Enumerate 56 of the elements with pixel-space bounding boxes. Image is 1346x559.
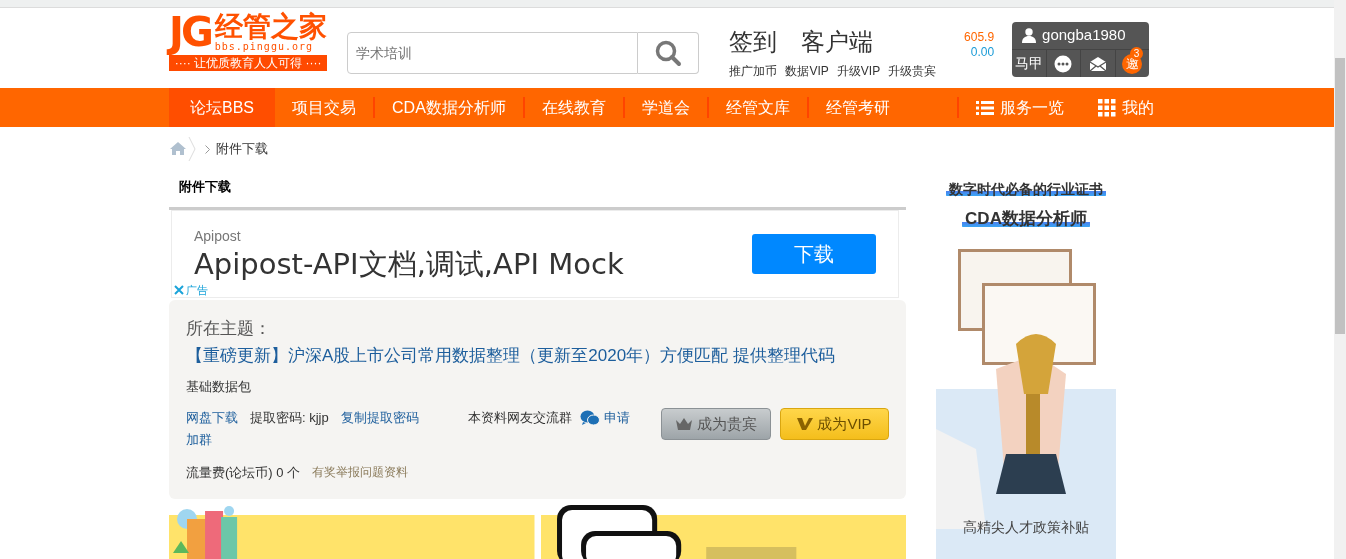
user-tool-link[interactable]: 马甲 [1012,50,1047,77]
search-button[interactable] [638,32,700,74]
nav-tab[interactable]: 学道会 [624,88,707,127]
nav-tab[interactable]: 项目交易 [275,88,373,127]
list-icon [975,99,994,116]
header-sub-link[interactable]: 升级VIP [836,62,881,80]
vip-button[interactable]: 成为VIP [780,408,889,440]
sidebar-caption: 高精尖人才政策补贴 [962,518,1090,537]
nav-tab[interactable]: 经管文库 [708,88,807,127]
group-apply-link[interactable]: 申请 [580,408,630,428]
password-text: 提取密码: kjjp [250,409,329,427]
download-link[interactable]: 加群 [186,429,212,449]
chat-icon [1054,54,1073,73]
scrollbar-thumb[interactable] [1335,58,1345,334]
topic-title-link[interactable]: 【重磅更新】沪深A股上市公司常用数据整理（更新至2020年）方便匹配 提供整理代码 [186,343,889,369]
download-button[interactable]: 下载 [752,233,876,274]
nav-tab[interactable]: CDA数据分析师 [375,88,523,127]
balance-value: 0.00 [969,45,995,60]
header-link[interactable]: 签到 [729,26,778,58]
fee-text: 流量费(论坛币) 0 个 [186,464,301,482]
topic-tag: 基础数据包 [186,376,889,396]
topic-label: 所在主题： [186,317,272,340]
header-link[interactable]: 客户端 [801,26,874,58]
header-sub-link[interactable]: 推广加币 [729,62,778,80]
search-icon [654,39,683,67]
close-icon [174,285,184,296]
balance-value: 605.9 [963,30,995,45]
download-link[interactable]: 复制提取密码 [340,408,419,428]
header-sub-link[interactable]: 数据VIP [785,62,829,80]
nav-tab[interactable]: 经管考研 [808,88,907,127]
chevron-icon [205,144,210,154]
logo-slogan: ···· 让优质教育人人可得 ···· [169,55,328,71]
nav-menu-link[interactable]: 我的 [1080,88,1171,127]
breadcrumb-link[interactable]: 附件下载 [216,139,268,159]
nav-tab[interactable]: 论坛BBS [169,88,275,127]
ad-label[interactable]: 广告 [174,282,208,299]
guest-button[interactable]: 成为贵宾 [661,408,771,440]
v-icon [797,417,814,431]
group-label: 本资料网友交流群 [468,409,572,427]
report-link[interactable]: 有奖举报问题资料 [312,463,409,483]
ad-brand: Apipost [194,227,242,246]
user-icon [1022,28,1037,43]
grid-icon [1097,98,1116,117]
header-sub-link[interactable]: 升级贵宾 [888,62,937,80]
wechat-icon [580,409,600,426]
section-title: 附件下载 [169,171,906,210]
crown-icon [675,417,693,431]
nav-menu-link[interactable]: 服务一览 [958,88,1081,127]
logo-domain: bbs.pinggu.org [214,42,314,52]
ad-headline: Apipost-API文档,调试,API Mock [194,247,624,281]
download-link[interactable]: 网盘下载 [186,408,238,428]
nav-tab[interactable]: 在线教育 [524,88,623,127]
envelope-icon [1088,55,1107,72]
logo-name[interactable]: 经管之家 [214,12,327,42]
username[interactable]: gongba1980 [1042,24,1126,47]
search-field[interactable]: 学术培训 [347,32,639,74]
